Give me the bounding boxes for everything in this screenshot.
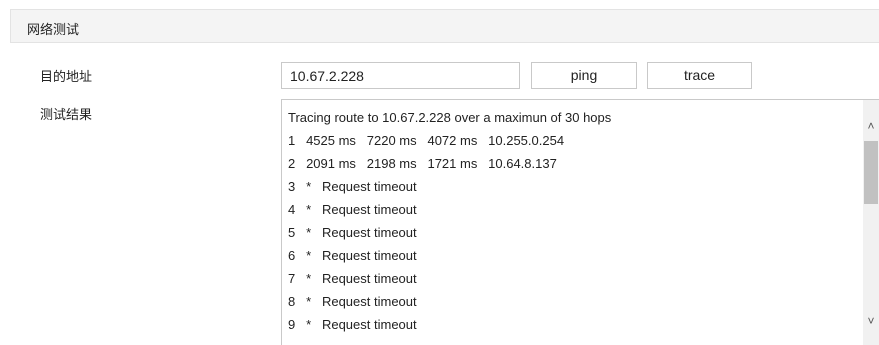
result-line: 4 * Request timeout [288,202,417,217]
result-line: 3 * Request timeout [288,179,417,194]
vertical-scrollbar[interactable]: ˄ ˅ [863,100,879,345]
ping-button[interactable]: ping [531,62,637,89]
destination-address-input[interactable] [281,62,520,89]
chevron-down-icon[interactable]: ˅ [863,312,879,330]
result-line: 2 2091 ms 2198 ms 1721 ms 10.64.8.137 [288,156,557,171]
test-result-output[interactable]: Tracing route to 10.67.2.228 over a maxi… [281,99,879,345]
test-result-label: 测试结果 [40,107,93,122]
result-line: 5 * Request timeout [288,225,417,240]
result-line-header: Tracing route to 10.67.2.228 over a maxi… [288,110,612,125]
section-title: 网络测试 [27,22,80,37]
result-line: 1 4525 ms 7220 ms 4072 ms 10.255.0.254 [288,133,565,148]
trace-button[interactable]: trace [647,62,752,89]
chevron-up-icon[interactable]: ˄ [863,117,879,135]
result-line: 7 * Request timeout [288,271,417,286]
destination-address-label: 目的地址 [40,69,93,84]
result-line: 9 * Request timeout [288,317,417,332]
section-header: 网络测试 [10,9,879,43]
result-line: 6 * Request timeout [288,248,417,263]
result-line: 8 * Request timeout [288,294,417,309]
scrollbar-thumb[interactable] [864,141,878,204]
